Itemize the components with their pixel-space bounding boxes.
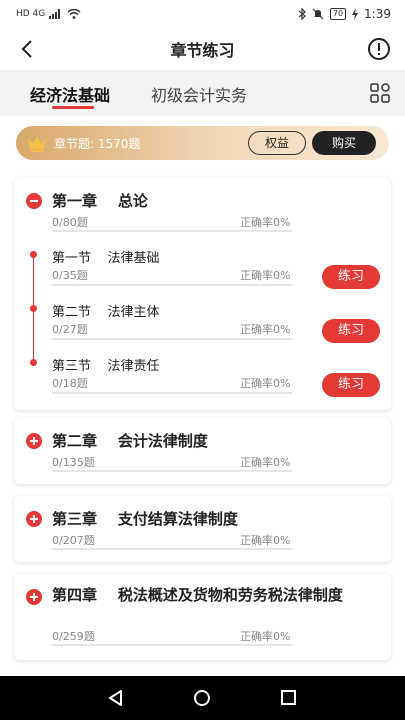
chapter-accuracy: 正确率0% bbox=[240, 630, 291, 643]
page-title: 章节练习 bbox=[170, 41, 235, 60]
battery-indicator: 70 bbox=[329, 8, 347, 20]
chapter-progress-count: 0/207题 bbox=[52, 534, 95, 547]
section-title: 第二节 法律主体 bbox=[52, 305, 160, 320]
buy-button[interactable]: 购买 bbox=[312, 131, 376, 155]
chapter-progress-count: 0/135题 bbox=[52, 456, 95, 469]
status-left: HD 4G bbox=[16, 9, 81, 19]
mute-icon bbox=[312, 8, 324, 20]
section-progress-bar bbox=[52, 392, 292, 394]
expand-icon[interactable] bbox=[26, 433, 42, 449]
expand-icon[interactable] bbox=[26, 511, 42, 527]
chapter-progress-bar bbox=[52, 548, 292, 550]
active-tab-indicator bbox=[52, 106, 94, 109]
collapse-icon[interactable] bbox=[26, 193, 42, 209]
system-back-icon[interactable] bbox=[108, 690, 124, 706]
question-count-banner: 章节题: 1570题 权益 购买 bbox=[16, 126, 389, 160]
bluetooth-icon bbox=[298, 8, 306, 20]
section-accuracy: 正确率0% bbox=[240, 323, 291, 336]
signal-icon bbox=[49, 9, 61, 19]
tab-economic-law[interactable]: 经济法基础 bbox=[30, 82, 110, 106]
back-arrow-icon[interactable] bbox=[16, 37, 40, 61]
chapter-progress-count: 0/259题 bbox=[52, 630, 95, 643]
section-progress-count: 0/18题 bbox=[52, 377, 88, 390]
tab-accounting-practice[interactable]: 初级会计实务 bbox=[151, 82, 247, 106]
section-title: 第三节 法律责任 bbox=[52, 359, 160, 374]
info-icon[interactable] bbox=[367, 37, 391, 61]
practice-button[interactable]: 练习 bbox=[322, 319, 380, 343]
chapter-progress-bar bbox=[52, 644, 292, 646]
total-questions-label: 章节题: 1570题 bbox=[54, 137, 141, 151]
wifi-icon bbox=[67, 9, 81, 19]
chapter-accuracy: 正确率0% bbox=[240, 534, 291, 547]
section-progress-count: 0/27题 bbox=[52, 323, 88, 336]
section-title: 第一节 法律基础 bbox=[52, 251, 160, 266]
chapter-card-2: 第二章 会计法律制度 0/135题 正确率0% bbox=[14, 418, 391, 484]
section-progress-bar bbox=[52, 338, 292, 340]
chapter-progress-count: 0/80题 bbox=[52, 216, 88, 229]
system-home-icon[interactable] bbox=[194, 690, 210, 706]
chapter-accuracy: 正确率0% bbox=[240, 216, 291, 229]
chapter-title[interactable]: 第三章 支付结算法律制度 bbox=[52, 508, 238, 529]
chapter-card-1: 第一章 总论 0/80题 正确率0% 第一节 法律基础 0/35题 正确率0% … bbox=[14, 178, 391, 410]
status-right: 70 1:39 bbox=[298, 7, 391, 21]
chapter-card-3: 第三章 支付结算法律制度 0/207题 正确率0% bbox=[14, 496, 391, 562]
status-bar: HD 4G 70 1:39 bbox=[0, 0, 405, 28]
nav-bar: 章节练习 bbox=[0, 28, 405, 70]
practice-button[interactable]: 练习 bbox=[322, 265, 380, 289]
subject-tabs: 经济法基础 初级会计实务 bbox=[0, 70, 405, 116]
chapter-title[interactable]: 第二章 会计法律制度 bbox=[52, 430, 208, 451]
system-nav-bar bbox=[0, 676, 405, 720]
expand-icon[interactable] bbox=[26, 589, 42, 605]
section-accuracy: 正确率0% bbox=[240, 269, 291, 282]
section-progress-bar bbox=[52, 284, 292, 286]
section-dot bbox=[30, 305, 37, 312]
grid-menu-icon[interactable] bbox=[369, 82, 391, 104]
section-progress-count: 0/35题 bbox=[52, 269, 88, 282]
section-accuracy: 正确率0% bbox=[240, 377, 291, 390]
system-recents-icon[interactable] bbox=[281, 690, 296, 705]
section-dot bbox=[30, 251, 37, 258]
rights-button[interactable]: 权益 bbox=[248, 131, 306, 155]
chapter-progress-bar bbox=[52, 470, 292, 472]
crown-icon bbox=[28, 136, 46, 152]
practice-button[interactable]: 练习 bbox=[322, 373, 380, 397]
clock: 1:39 bbox=[364, 7, 391, 21]
charging-icon bbox=[352, 8, 359, 20]
chapter-card-4: 第四章 税法概述及货物和劳务税法律制度 0/259题 正确率0% bbox=[14, 574, 391, 660]
section-dot bbox=[30, 359, 37, 366]
chapter-title[interactable]: 第一章 总论 bbox=[52, 190, 148, 211]
network-indicator: HD 4G bbox=[16, 9, 46, 19]
chapter-title[interactable]: 第四章 税法概述及货物和劳务税法律制度 bbox=[52, 585, 372, 605]
chapter-accuracy: 正确率0% bbox=[240, 456, 291, 469]
chapter-progress-bar bbox=[52, 230, 292, 232]
chapter-list: 章节题: 1570题 权益 购买 第一章 总论 0/80题 正确率0% 第一节 … bbox=[0, 116, 405, 676]
